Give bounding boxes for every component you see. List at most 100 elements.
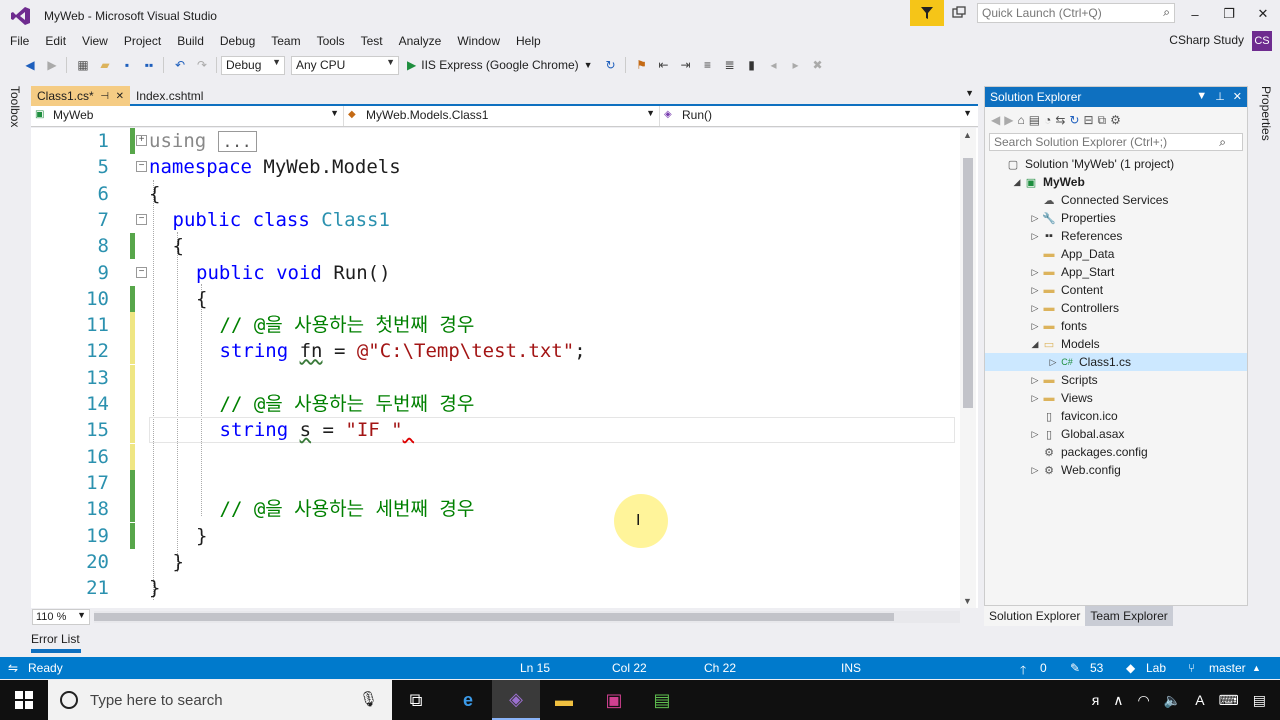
tab-index-cshtml[interactable]: Index.cshtml [130,86,209,106]
menu-analyze[interactable]: Analyze [391,34,450,48]
collapse-icon[interactable]: − [136,266,147,278]
start-button[interactable] [0,680,48,720]
volume-icon[interactable]: 🔈 [1164,692,1181,709]
code-line[interactable]: 19} [31,522,961,549]
undo-icon[interactable]: ↶ [170,55,190,75]
find-icon[interactable]: ⚑ [632,55,652,75]
wifi-icon[interactable]: ◠ [1138,692,1150,709]
forward-icon[interactable]: ▶ [42,55,62,75]
tree-node[interactable]: ▷ ▬ fonts [985,317,1247,335]
bookmark-icon[interactable]: ▮ [742,55,762,75]
branch-chevron-up-icon[interactable]: ▲ [1252,663,1261,673]
edge-icon[interactable]: e [444,680,492,720]
maximize-button[interactable]: ❐ [1212,0,1246,28]
platform-select[interactable]: Any CPU ▼ [291,55,399,75]
clear-bookmarks-icon[interactable]: ✖ [808,55,828,75]
expand-icon[interactable]: ▷ [1029,267,1041,278]
vertical-scrollbar[interactable]: ▲ ▼ [960,128,976,608]
menu-help[interactable]: Help [508,34,549,48]
code-line[interactable]: 11 // @을 사용하는 첫번째 경우 [31,312,961,339]
refresh-icon[interactable]: ↻ [1069,113,1079,127]
tab-team-explorer[interactable]: Team Explorer [1085,606,1173,626]
next-bookmark-icon[interactable]: ▸ [786,55,806,75]
sync-icon[interactable]: ⇆ [1055,113,1065,127]
microphone-icon[interactable]: 🎙 [359,690,378,708]
expand-icon[interactable]: ▷ [1029,375,1041,386]
back-icon[interactable]: ◀ [991,113,1000,127]
tree-node[interactable]: ⚙ packages.config [985,443,1247,461]
close-icon[interactable]: ✕ [116,91,124,102]
file-explorer-icon[interactable]: ▬ [540,680,588,720]
close-button[interactable]: ✕ [1246,0,1280,28]
menu-project[interactable]: Project [116,34,169,48]
expand-icon[interactable]: ▷ [1029,465,1041,476]
menu-window[interactable]: Window [449,34,508,48]
menu-team[interactable]: Team [263,34,308,48]
menu-view[interactable]: View [74,34,116,48]
expand-icon[interactable]: ▷ [1029,303,1041,314]
notifications-icon[interactable]: ▤ [1253,692,1266,709]
solution-explorer-search[interactable]: Search Solution Explorer (Ctrl+;) ⌕ [989,133,1243,151]
properties-tab[interactable]: Properties [1259,86,1273,141]
tab-overflow-icon[interactable]: ▼ [965,88,974,98]
menu-test[interactable]: Test [353,34,391,48]
refresh-icon[interactable]: ↻ [601,55,621,75]
code-line[interactable]: 13 [31,364,961,391]
pending-changes-icon[interactable]: ◔ [1044,113,1051,127]
comment-icon[interactable]: ≡ [698,55,718,75]
menu-debug[interactable]: Debug [212,34,263,48]
tree-node[interactable]: ▷ ▬ Scripts [985,371,1247,389]
window-position-icon[interactable]: ▼ [1196,90,1207,104]
collapse-icon[interactable]: − [136,161,147,173]
member-dropdown[interactable]: ◈ Run() ▼ [660,106,976,126]
collapse-icon[interactable]: ◢ [1029,339,1041,350]
code-line[interactable]: 20} [31,549,961,575]
notifications-filter-icon[interactable] [910,0,944,26]
prev-bookmark-icon[interactable]: ◂ [764,55,784,75]
expand-icon[interactable]: ▷ [1029,231,1041,242]
code-line[interactable]: 6{ [31,181,961,207]
code-line[interactable]: 5 − namespace MyWeb.Models [31,154,961,180]
project-dropdown[interactable]: ▣ MyWeb ▼ [31,106,344,126]
code-line[interactable]: 21} [31,575,961,601]
close-icon[interactable]: ✕ [1233,90,1242,104]
tree-node[interactable]: ☁ Connected Services [985,191,1247,209]
tree-node[interactable]: ▷ ▬ App_Start [985,263,1247,281]
forward-icon[interactable]: ▶ [1004,113,1013,127]
ime-icon[interactable]: A [1195,692,1204,708]
save-icon[interactable]: ▪ [117,55,137,75]
tree-node[interactable]: ▬ App_Data [985,245,1247,263]
code-line[interactable]: 9 − public void Run() [31,260,961,286]
horizontal-scrollbar[interactable] [94,611,960,623]
code-line[interactable]: 1 + using ... [31,128,961,154]
taskbar-search[interactable]: Type here to search 🎙 [48,680,392,720]
code-line[interactable]: 7 − public class Class1 [31,207,961,233]
keyboard-icon[interactable]: ⌨ [1219,692,1239,709]
menu-file[interactable]: File [0,34,37,48]
expand-icon[interactable]: ▷ [1047,357,1059,368]
uncomment-icon[interactable]: ≣ [720,55,740,75]
menu-build[interactable]: Build [169,34,212,48]
code-editor[interactable]: 1 + using ... 5− namespace MyWeb.Models 6{7− p… [31,128,978,608]
people-icon[interactable]: ᴙ [1092,692,1100,708]
avatar[interactable]: CS [1252,31,1272,51]
tree-node[interactable]: ▷ 🔧 Properties [985,209,1247,227]
tree-node[interactable]: ◢ ▭ Models [985,335,1247,353]
tab-class1-cs[interactable]: Class1.cs* ⊣ ✕ [31,86,130,106]
tree-node[interactable]: ▷ ▬ Content [985,281,1247,299]
pending-changes-count[interactable]: 53 [1090,661,1103,675]
home-icon[interactable]: ⌂ [1017,113,1024,127]
code-line[interactable]: 10 { [31,285,961,312]
expand-icon[interactable]: ▷ [1029,285,1041,296]
repository-name[interactable]: Lab [1146,661,1166,675]
error-list-tab[interactable]: Error List [31,632,80,646]
tree-node[interactable]: ▢ Solution 'MyWeb' (1 project) [985,155,1247,173]
toolbox-tab[interactable]: Toolbox [8,86,22,127]
scroll-thumb[interactable] [963,158,973,408]
task-view-icon[interactable]: ⧉ [392,680,440,720]
chart-app-icon[interactable]: ▤ [638,680,686,720]
quick-launch-input[interactable]: Quick Launch (Ctrl+Q) ⌕ [977,3,1175,23]
tree-node[interactable]: ▷ ⚙ Web.config [985,461,1247,479]
expand-icon[interactable]: ▷ [1029,429,1041,440]
configuration-select[interactable]: Debug ▼ [221,55,285,75]
